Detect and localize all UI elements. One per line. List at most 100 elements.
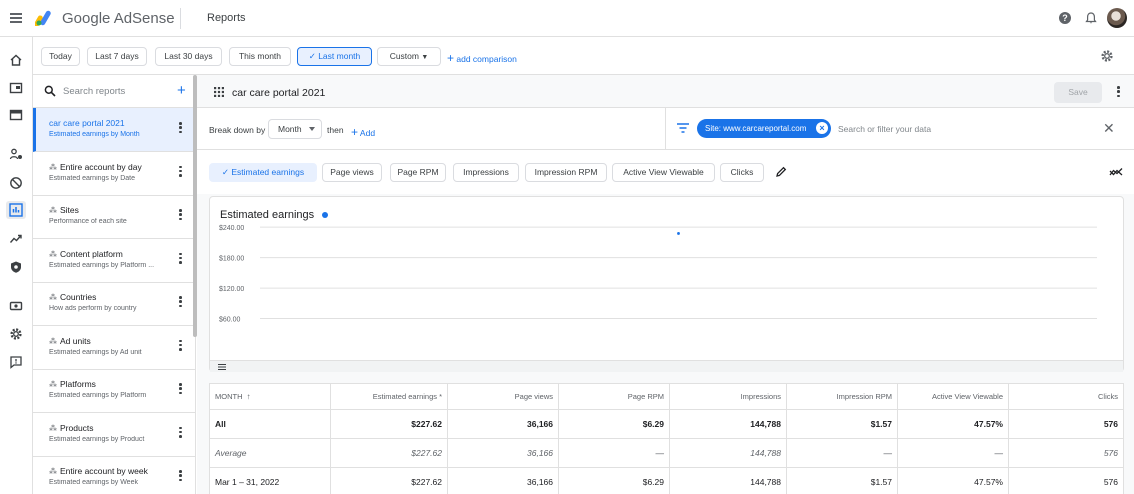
cell-text: 144,788 bbox=[750, 419, 781, 429]
filter-search-input[interactable]: Search or filter your data bbox=[838, 124, 931, 134]
pencil-icon[interactable] bbox=[775, 166, 787, 178]
privacy-icon[interactable] bbox=[9, 260, 23, 274]
help-icon[interactable]: ? bbox=[1059, 12, 1071, 24]
more-vert-icon[interactable] bbox=[179, 252, 183, 267]
column-header[interactable]: Impressions bbox=[669, 384, 786, 409]
column-header[interactable]: Active View Viewable bbox=[897, 384, 1008, 409]
more-vert-icon[interactable] bbox=[1117, 86, 1121, 100]
report-list-item[interactable]: ⁂ Platforms Estimated earnings by Platform bbox=[33, 369, 196, 413]
check-icon: ✓ bbox=[308, 51, 319, 61]
column-header[interactable]: MONTH ↑ bbox=[210, 384, 330, 409]
save-button[interactable]: Save bbox=[1054, 82, 1102, 103]
payments-icon[interactable] bbox=[9, 299, 23, 313]
avatar[interactable] bbox=[1107, 8, 1127, 28]
report-item-title: ⁂ Entire account by day bbox=[49, 162, 142, 172]
close-icon[interactable]: ✕ bbox=[1103, 121, 1115, 135]
report-item-subtitle: Estimated earnings by Platform ... bbox=[49, 261, 155, 269]
remove-filter-icon[interactable]: × bbox=[816, 122, 828, 134]
report-item-title-text: Entire account by week bbox=[60, 466, 148, 476]
menu-icon[interactable] bbox=[218, 364, 226, 370]
report-list-item[interactable]: ⁂ Entire account by day Estimated earnings… bbox=[33, 152, 196, 196]
report-list-item[interactable]: ⁂ Ad units Estimated earnings by Ad unit bbox=[33, 326, 196, 370]
more-vert-icon[interactable] bbox=[179, 209, 183, 223]
chip-last-30-days[interactable]: Last 30 days bbox=[155, 47, 222, 66]
site-filter-chip[interactable]: Site: www.carcareportal.com × bbox=[697, 119, 831, 138]
add-breakdown-button[interactable]: + Add bbox=[351, 125, 375, 139]
cell-text: Average bbox=[215, 448, 247, 458]
report-list-item[interactable]: ⁂ Entire account by week Estimated earning… bbox=[33, 456, 196, 494]
more-vert-icon[interactable] bbox=[179, 470, 183, 484]
metric-impression-rpm[interactable]: Impression RPM bbox=[525, 163, 607, 182]
menu-icon[interactable] bbox=[10, 13, 22, 23]
sparkle-icon: ⁂ bbox=[49, 249, 57, 259]
more-vert-icon[interactable] bbox=[179, 122, 183, 136]
y-tick-label: $60.00 bbox=[219, 317, 241, 324]
more-vert-icon[interactable] bbox=[179, 165, 183, 180]
column-header[interactable]: Impression RPM bbox=[786, 384, 897, 409]
optimization-icon[interactable] bbox=[9, 232, 23, 246]
chip-custom[interactable]: Custom ▼ bbox=[377, 47, 441, 66]
metric-label: Estimated earnings bbox=[231, 167, 305, 177]
report-item-title-text: Entire account by day bbox=[60, 161, 142, 172]
search-input[interactable]: Search reports bbox=[63, 86, 125, 97]
cell-text: 144,788 bbox=[750, 448, 781, 458]
chip-this-month[interactable]: This month bbox=[229, 47, 291, 66]
metric-estimated-earnings[interactable]: ✓ Estimated earnings bbox=[209, 163, 317, 182]
metric-active-view-viewable[interactable]: Active View Viewable bbox=[612, 163, 715, 182]
y-tick-label: $180.00 bbox=[219, 256, 244, 263]
sparkle-icon: ⁂ bbox=[49, 293, 57, 302]
column-header[interactable]: Page RPM bbox=[558, 384, 669, 409]
overview-icon[interactable] bbox=[9, 81, 23, 95]
chip-custom-label: Custom bbox=[389, 51, 419, 61]
report-list-item[interactable]: ⁂ Countries How ads perform by country bbox=[33, 282, 196, 326]
table-cell: Average bbox=[210, 439, 330, 467]
cell-text: Impressions bbox=[740, 392, 781, 401]
table-cell: 36,166 bbox=[447, 410, 558, 438]
settings-icon[interactable] bbox=[9, 327, 23, 341]
cell-text: $227.62 bbox=[411, 477, 442, 487]
new-report-plus-icon[interactable]: + bbox=[177, 83, 186, 98]
chart-toggle-icon[interactable] bbox=[1109, 167, 1123, 177]
add-comparison-link[interactable]: + add comparison bbox=[447, 51, 517, 65]
report-list-item[interactable]: ⁂ Products Estimated earnings by Product bbox=[33, 413, 196, 457]
settings-icon[interactable] bbox=[1100, 49, 1114, 63]
feedback-icon[interactable] bbox=[9, 355, 23, 369]
bell-icon[interactable] bbox=[1084, 11, 1098, 25]
column-header[interactable]: Clicks bbox=[1008, 384, 1123, 409]
metric-clicks[interactable]: Clicks bbox=[720, 163, 764, 182]
caret-down-icon: ▼ bbox=[421, 54, 429, 61]
filter-icon[interactable] bbox=[677, 123, 689, 133]
more-vert-icon[interactable] bbox=[179, 296, 183, 310]
breakdown-select[interactable]: Month bbox=[268, 119, 322, 139]
metric-page-views[interactable]: Page views bbox=[322, 163, 382, 182]
report-item-subtitle: Estimated earnings by Product bbox=[49, 435, 145, 443]
home-icon[interactable] bbox=[9, 53, 23, 67]
site-filter-label: Site: www.carcareportal.com bbox=[705, 124, 807, 133]
more-vert-icon[interactable] bbox=[179, 426, 183, 441]
top-app-bar: Google AdSense Reports ? bbox=[0, 0, 1134, 37]
report-list-item[interactable]: ⁂ Content platform Estimated earnings by P… bbox=[33, 239, 196, 283]
data-point[interactable] bbox=[677, 232, 680, 235]
search-reports[interactable]: Search reports + bbox=[33, 75, 196, 108]
breadcrumb: Reports bbox=[207, 12, 246, 24]
column-header[interactable]: Page views bbox=[447, 384, 558, 409]
sites-users-icon[interactable] bbox=[9, 147, 23, 161]
chip-today[interactable]: Today bbox=[41, 47, 80, 66]
report-list-item[interactable]: ⁂ Sites Performance of each site bbox=[33, 195, 196, 239]
column-header[interactable]: Estimated earnings * bbox=[330, 384, 447, 409]
chip-last-7-days[interactable]: Last 7 days bbox=[87, 47, 147, 66]
more-vert-icon[interactable] bbox=[179, 339, 183, 354]
chip-last-month[interactable]: ✓ Last month bbox=[297, 47, 372, 66]
metric-impressions[interactable]: Impressions bbox=[453, 163, 519, 182]
cell-text: Mar 1 – 31, 2022 bbox=[215, 477, 280, 487]
metric-page-rpm[interactable]: Page RPM bbox=[390, 163, 446, 182]
sort-arrow-up-icon[interactable]: ↑ bbox=[247, 392, 251, 401]
divider bbox=[665, 108, 666, 150]
block-icon[interactable] bbox=[9, 176, 23, 190]
more-vert-icon[interactable] bbox=[179, 383, 183, 397]
report-list-item[interactable]: car care portal 2021 Estimated earnings b… bbox=[33, 108, 196, 152]
report-title[interactable]: car care portal 2021 bbox=[232, 87, 325, 99]
ads-icon[interactable] bbox=[9, 108, 23, 122]
reports-icon[interactable] bbox=[6, 201, 26, 219]
cell-text: — bbox=[883, 448, 893, 458]
